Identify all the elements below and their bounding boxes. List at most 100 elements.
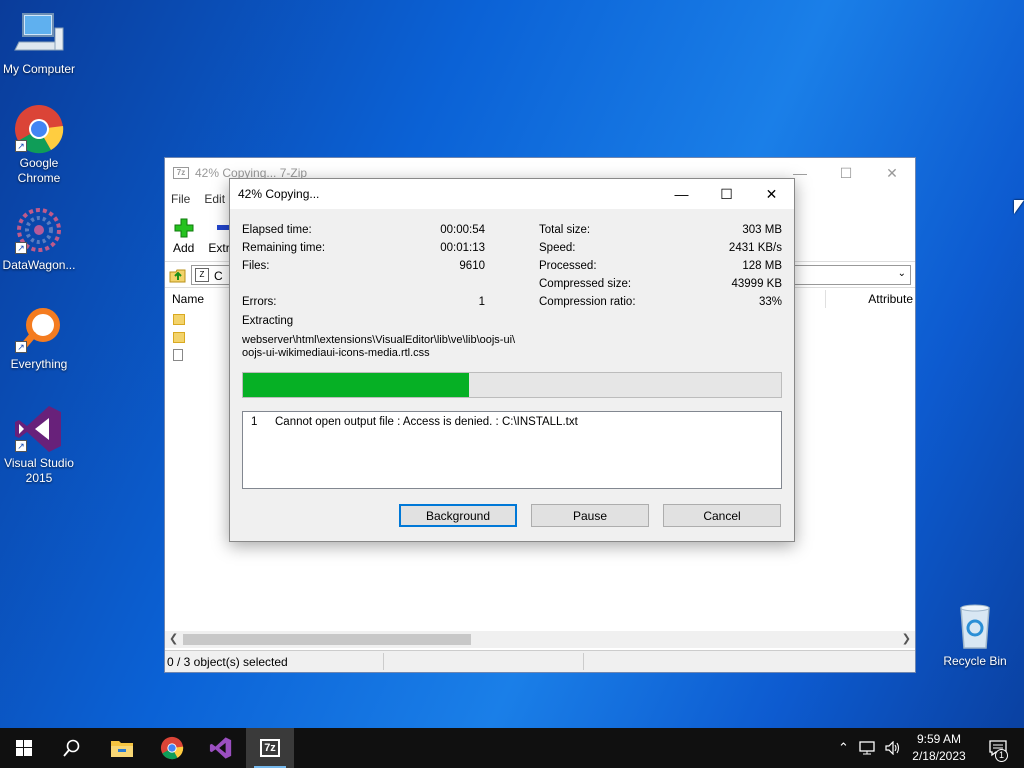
taskbar-chrome[interactable]	[148, 728, 196, 768]
desktop-icon-my-computer[interactable]: My Computer	[0, 10, 78, 77]
plus-icon	[174, 218, 194, 238]
errors-label: Errors:	[242, 296, 277, 308]
extract-button[interactable]: Extr	[208, 218, 230, 255]
notification-count-badge: 1	[995, 749, 1008, 762]
total-size-label: Total size:	[539, 224, 591, 236]
search-button[interactable]	[48, 728, 96, 768]
shortcut-arrow-icon: ↗	[15, 140, 27, 152]
action-center-button[interactable]: 1	[978, 728, 1018, 768]
taskbar-file-explorer[interactable]	[98, 728, 146, 768]
dialog-maximize-button[interactable]: ☐	[704, 179, 749, 209]
visual-studio-icon	[209, 737, 232, 759]
desktop-icon-visual-studio[interactable]: ↗ Visual Studio 2015	[0, 404, 78, 486]
show-hidden-icons-chevron-up-icon[interactable]: ⌃	[838, 740, 849, 756]
desktop-icon-google-chrome[interactable]: ↗ Google Chrome	[0, 104, 78, 186]
everything-icon: ↗	[13, 305, 65, 355]
pause-button[interactable]: Pause	[531, 504, 649, 527]
log-entry-message: Cannot open output file : Access is deni…	[275, 416, 578, 428]
shortcut-arrow-icon: ↗	[15, 341, 27, 353]
volume-icon[interactable]	[885, 741, 901, 755]
remaining-time-value: 00:01:13	[440, 242, 485, 254]
desktop-icon-label: My Computer	[2, 62, 76, 76]
minus-icon	[217, 225, 230, 230]
shortcut-arrow-icon: ↗	[15, 242, 27, 254]
compressed-size-value: 43999 KB	[731, 278, 782, 290]
desktop-icon-recycle-bin[interactable]: Recycle Bin	[936, 602, 1014, 669]
status-divider	[383, 653, 384, 670]
dialog-close-button[interactable]: ✕	[749, 179, 794, 209]
files-label: Files:	[242, 260, 270, 272]
search-icon	[63, 739, 80, 757]
start-button[interactable]	[0, 728, 48, 768]
selection-status: 0 / 3 object(s) selected	[167, 654, 288, 669]
scroll-left-icon[interactable]: ❮	[169, 632, 178, 645]
add-button[interactable]: Add	[173, 218, 194, 255]
scroll-right-icon[interactable]: ❯	[902, 632, 911, 645]
column-attributes[interactable]: Attribute	[868, 292, 913, 306]
menu-file[interactable]: File	[171, 192, 190, 206]
7zip-logo-icon: 7z	[173, 167, 189, 179]
window-controls: — ☐ ✕	[777, 158, 915, 188]
system-tray: ⌃	[838, 728, 901, 768]
current-file-path-line1: webserver\html\extensions\VisualEditor\l…	[242, 334, 516, 346]
progress-bar	[242, 372, 782, 398]
desktop-icon-datawagon[interactable]: ↗ DataWagon...	[0, 206, 78, 273]
log-entry: 1 Cannot open output file : Access is den…	[251, 416, 773, 428]
clock-time: 9:59 AM	[916, 732, 962, 746]
horizontal-scrollbar[interactable]: ❮ ❯	[165, 631, 915, 648]
datawagon-icon: ↗	[13, 206, 65, 256]
recycle-bin-icon	[949, 602, 1001, 652]
log-entry-number: 1	[251, 416, 258, 428]
drive-icon: Z	[195, 267, 209, 282]
operation-label: Extracting	[242, 315, 294, 327]
progress-bar-fill	[243, 373, 469, 397]
file-icon	[173, 349, 183, 361]
dialog-minimize-button[interactable]: —	[659, 179, 704, 209]
files-value: 9610	[459, 260, 485, 272]
compressed-size-label: Compressed size:	[539, 278, 632, 290]
folder-up-icon[interactable]	[169, 266, 187, 284]
folder-icon	[173, 313, 185, 325]
progress-dialog[interactable]: 42% Copying... — ☐ ✕ Elapsed time: 00:00…	[229, 178, 795, 542]
taskbar-7zip[interactable]: 7z	[246, 728, 294, 768]
column-divider	[825, 290, 826, 308]
extract-label: Extr	[208, 241, 230, 255]
processed-label: Processed:	[539, 260, 597, 272]
chrome-icon	[160, 736, 184, 760]
7zip-logo-icon: 7z	[260, 739, 280, 757]
scrollbar-thumb[interactable]	[183, 634, 471, 645]
error-log[interactable]: 1 Cannot open output file : Access is den…	[242, 411, 782, 489]
current-file-path-line2: oojs-ui-wikimediaui-icons-media.rtl.css	[242, 347, 430, 359]
taskbar-clock[interactable]: 9:59 AM 2/18/2023	[904, 731, 974, 765]
clock-date: 2/18/2023	[912, 749, 966, 763]
elapsed-time-value: 00:00:54	[440, 224, 485, 236]
close-button[interactable]: ✕	[869, 158, 915, 188]
taskbar-visual-studio[interactable]	[197, 728, 245, 768]
compression-ratio-value: 33%	[758, 296, 782, 308]
dialog-window-controls: — ☐ ✕	[659, 179, 794, 209]
desktop-icon-label: DataWagon...	[2, 258, 76, 272]
folder-icon	[111, 741, 133, 757]
folder-icon	[173, 331, 185, 343]
status-divider	[583, 653, 584, 670]
status-bar: 0 / 3 object(s) selected	[165, 650, 915, 672]
errors-value: 1	[478, 296, 485, 308]
network-icon[interactable]	[859, 741, 875, 755]
chevron-down-icon[interactable]: ⌄	[898, 268, 906, 279]
total-size-value: 303 MB	[742, 224, 782, 236]
desktop-icon-everything[interactable]: ↗ Everything	[0, 305, 78, 372]
menu-edit[interactable]: Edit	[204, 192, 225, 206]
windows-logo-icon	[16, 740, 32, 756]
desktop-icon-label: Google Chrome	[17, 156, 61, 185]
computer-icon	[13, 10, 65, 60]
speed-value: 2431 KB/s	[728, 242, 782, 254]
desktop-icon-label: Everything	[10, 357, 68, 371]
remaining-time-label: Remaining time:	[242, 242, 326, 254]
current-file-path: webserver\html\extensions\VisualEditor\l…	[242, 334, 542, 360]
column-name[interactable]: Name	[172, 292, 204, 306]
background-button[interactable]: Background	[399, 504, 517, 527]
cancel-button[interactable]: Cancel	[663, 504, 781, 527]
shortcut-arrow-icon: ↗	[15, 440, 27, 452]
maximize-button[interactable]: ☐	[823, 158, 869, 188]
desktop-icon-label: Visual Studio 2015	[4, 456, 74, 485]
